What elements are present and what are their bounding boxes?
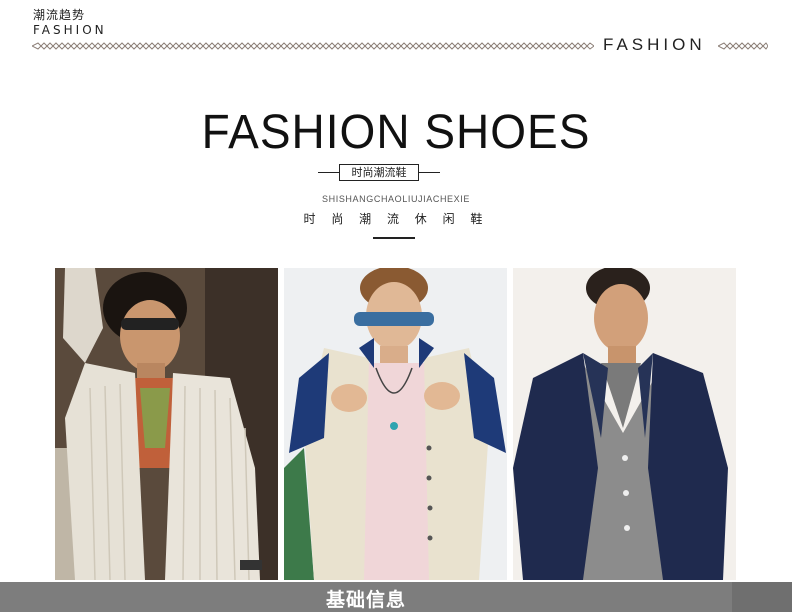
caption-underline xyxy=(373,237,415,239)
header-fashion-label: FASHION xyxy=(603,35,706,54)
subtitle-badge: 时尚潮流鞋 xyxy=(339,164,419,181)
model-photo-varsity-jacket xyxy=(284,268,507,580)
subtitle-rule-left xyxy=(318,172,339,173)
logo-chinese-text: 潮流趋势 xyxy=(33,8,86,22)
subtitle-rule-right xyxy=(419,172,440,173)
section-header-label: 基础信息 xyxy=(325,589,406,611)
page-title: FASHION SHOES xyxy=(201,103,591,159)
model-photo-white-cardigan xyxy=(55,268,278,580)
brand-logo: 潮流趋势 FASHION xyxy=(33,8,107,37)
section-header-accent xyxy=(732,582,792,612)
model-photo-navy-blazer xyxy=(513,268,736,580)
logo-english-text: FASHION xyxy=(33,23,107,37)
pinyin-caption: SHISHANGCHAOLIUJIACHEXIE xyxy=(322,194,470,204)
section-header-bar: 基础信息 xyxy=(0,582,792,612)
zigzag-divider-right xyxy=(718,36,768,56)
zigzag-divider-left xyxy=(32,36,594,56)
chinese-caption: 时 尚 潮 流 休 闲 鞋 xyxy=(303,212,489,226)
subtitle-text: 时尚潮流鞋 xyxy=(351,166,407,179)
